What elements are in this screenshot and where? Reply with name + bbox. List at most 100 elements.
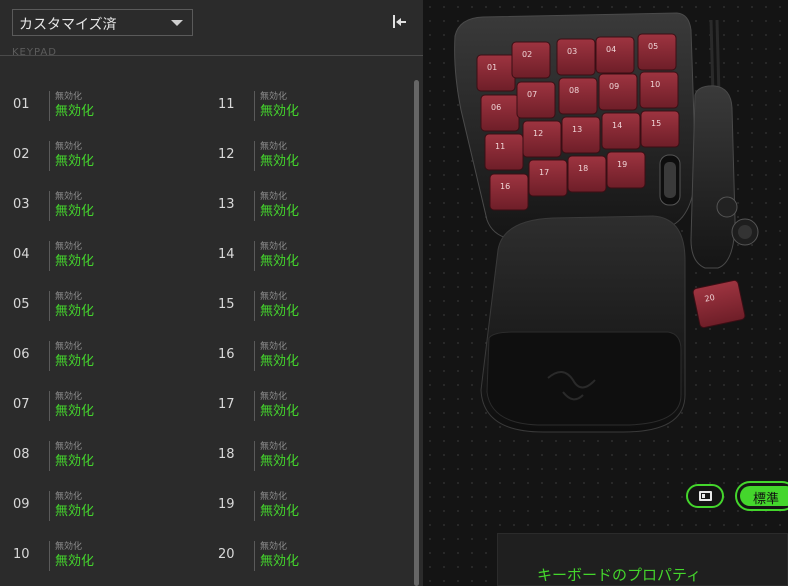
keycap-label: 13 xyxy=(572,125,582,134)
key-row-16[interactable]: 16 無効化 無効化 xyxy=(218,339,408,379)
key-number: 03 xyxy=(13,197,30,212)
key-action-label[interactable]: 無効化 xyxy=(260,500,299,519)
key-action-label[interactable]: 無効化 xyxy=(55,400,94,419)
key-action-label[interactable]: 無効化 xyxy=(260,150,299,169)
keycap-label: 14 xyxy=(612,121,622,130)
scrollbar-thumb[interactable] xyxy=(414,80,419,586)
key-action-label[interactable]: 無効化 xyxy=(55,550,94,569)
key-action-label[interactable]: 無効化 xyxy=(260,200,299,219)
key-row-15[interactable]: 15 無効化 無効化 xyxy=(218,289,408,329)
key-row-10[interactable]: 10 無効化 無効化 xyxy=(13,539,203,579)
key-action-label[interactable]: 無効化 xyxy=(55,500,94,519)
keycap-10[interactable]: 10 xyxy=(639,71,679,109)
divider xyxy=(254,141,255,171)
key-action-label[interactable]: 無効化 xyxy=(55,200,94,219)
keycap-20[interactable]: 20 xyxy=(692,279,746,329)
key-number: 07 xyxy=(13,397,30,412)
keypad-device-image: 01 02 03 04 05 06 07 08 09 10 11 12 13 14 15 16 17 18 19 20 xyxy=(454,12,759,433)
key-row-18[interactable]: 18 無効化 無効化 xyxy=(218,439,408,479)
key-action-label[interactable]: 無効化 xyxy=(260,400,299,419)
keycap-19[interactable]: 19 xyxy=(606,151,646,189)
device-viewer: 01 02 03 04 05 06 07 08 09 10 11 12 13 14 15 16 17 18 19 20… xyxy=(423,0,788,586)
keycap-04[interactable]: 04 xyxy=(595,36,635,74)
keycap-label: 15 xyxy=(651,119,661,128)
keycap-16[interactable]: 16 xyxy=(489,173,529,211)
keycap-12[interactable]: 12 xyxy=(522,120,562,158)
key-action-label[interactable]: 無効化 xyxy=(55,350,94,369)
keycap-09[interactable]: 09 xyxy=(598,73,638,111)
keycap-label: 01 xyxy=(487,63,497,72)
keycap-18[interactable]: 18 xyxy=(567,155,607,193)
key-number: 14 xyxy=(218,247,235,262)
key-action-label[interactable]: 無効化 xyxy=(260,450,299,469)
key-action-label[interactable]: 無効化 xyxy=(55,250,94,269)
key-row-09[interactable]: 09 無効化 無効化 xyxy=(13,489,203,529)
key-action-label[interactable]: 無効化 xyxy=(260,550,299,569)
keycap-01[interactable]: 01 xyxy=(476,54,516,92)
key-action-label[interactable]: 無効化 xyxy=(260,300,299,319)
standard-view-button[interactable]: 標準 xyxy=(735,481,788,511)
keycap-label: 04 xyxy=(606,45,616,54)
key-number: 18 xyxy=(218,447,235,462)
key-row-13[interactable]: 13 無効化 無効化 xyxy=(218,189,408,229)
key-row-04[interactable]: 04 無効化 無効化 xyxy=(13,239,203,279)
keycap-05[interactable]: 05 xyxy=(637,33,677,71)
key-number: 17 xyxy=(218,397,235,412)
key-row-07[interactable]: 07 無効化 無効化 xyxy=(13,389,203,429)
key-number: 12 xyxy=(218,147,235,162)
divider xyxy=(254,291,255,321)
key-action-label[interactable]: 無効化 xyxy=(55,300,94,319)
key-row-02[interactable]: 02 無効化 無効化 xyxy=(13,139,203,179)
key-number: 19 xyxy=(218,497,235,512)
key-row-12[interactable]: 12 無効化 無効化 xyxy=(218,139,408,179)
key-action-label[interactable]: 無効化 xyxy=(260,350,299,369)
key-row-01[interactable]: 01 無効化 無効化 xyxy=(13,89,203,129)
keycap-label: 03 xyxy=(567,47,577,56)
profile-dropdown[interactable]: カスタマイズ済 xyxy=(12,9,193,36)
key-row-08[interactable]: 08 無効化 無効化 xyxy=(13,439,203,479)
key-action-label[interactable]: 無効化 xyxy=(55,450,94,469)
key-number: 09 xyxy=(13,497,30,512)
key-row-14[interactable]: 14 無効化 無効化 xyxy=(218,239,408,279)
keyboard-properties-title: キーボードのプロパティ xyxy=(537,566,702,584)
key-row-19[interactable]: 19 無効化 無効化 xyxy=(218,489,408,529)
key-row-20[interactable]: 20 無効化 無効化 xyxy=(218,539,408,579)
keycap-08[interactable]: 08 xyxy=(558,77,598,115)
key-row-05[interactable]: 05 無効化 無効化 xyxy=(13,289,203,329)
keycap-02[interactable]: 02 xyxy=(511,41,551,79)
collapse-left-icon[interactable] xyxy=(390,13,410,31)
key-row-06[interactable]: 06 無効化 無効化 xyxy=(13,339,203,379)
divider xyxy=(254,491,255,521)
keycap-15[interactable]: 15 xyxy=(640,110,680,148)
divider xyxy=(254,341,255,371)
divider xyxy=(49,341,50,371)
key-action-label[interactable]: 無効化 xyxy=(260,100,299,119)
layout-view-button[interactable] xyxy=(686,484,724,508)
key-number: 05 xyxy=(13,297,30,312)
keycap-03[interactable]: 03 xyxy=(556,38,596,76)
divider xyxy=(49,491,50,521)
key-number: 20 xyxy=(218,547,235,562)
key-action-label[interactable]: 無効化 xyxy=(55,150,94,169)
key-action-label[interactable]: 無効化 xyxy=(55,100,94,119)
key-number: 15 xyxy=(218,297,235,312)
keycap-label: 06 xyxy=(491,103,501,112)
key-row-17[interactable]: 17 無効化 無効化 xyxy=(218,389,408,429)
divider xyxy=(49,191,50,221)
keycap-07[interactable]: 07 xyxy=(516,81,556,119)
key-action-label[interactable]: 無効化 xyxy=(260,250,299,269)
key-number: 06 xyxy=(13,347,30,362)
keycap-06[interactable]: 06 xyxy=(480,94,520,132)
key-row-03[interactable]: 03 無効化 無効化 xyxy=(13,189,203,229)
divider xyxy=(254,391,255,421)
divider xyxy=(49,391,50,421)
keycap-17[interactable]: 17 xyxy=(528,159,568,197)
keycap-13[interactable]: 13 xyxy=(561,116,601,154)
key-row-11[interactable]: 11 無効化 無効化 xyxy=(218,89,408,129)
key-number: 08 xyxy=(13,447,30,462)
chevron-down-icon xyxy=(171,20,183,26)
keyboard-properties-panel[interactable]: キーボードのプロパティ xyxy=(497,533,788,586)
app-window: カスタマイズ済 KEYPAD 01 無効化 無効化 02 無効化 無効化 03 無効化 無効化 0… xyxy=(0,0,788,586)
keycap-14[interactable]: 14 xyxy=(601,112,641,150)
keycap-11[interactable]: 11 xyxy=(484,133,524,171)
